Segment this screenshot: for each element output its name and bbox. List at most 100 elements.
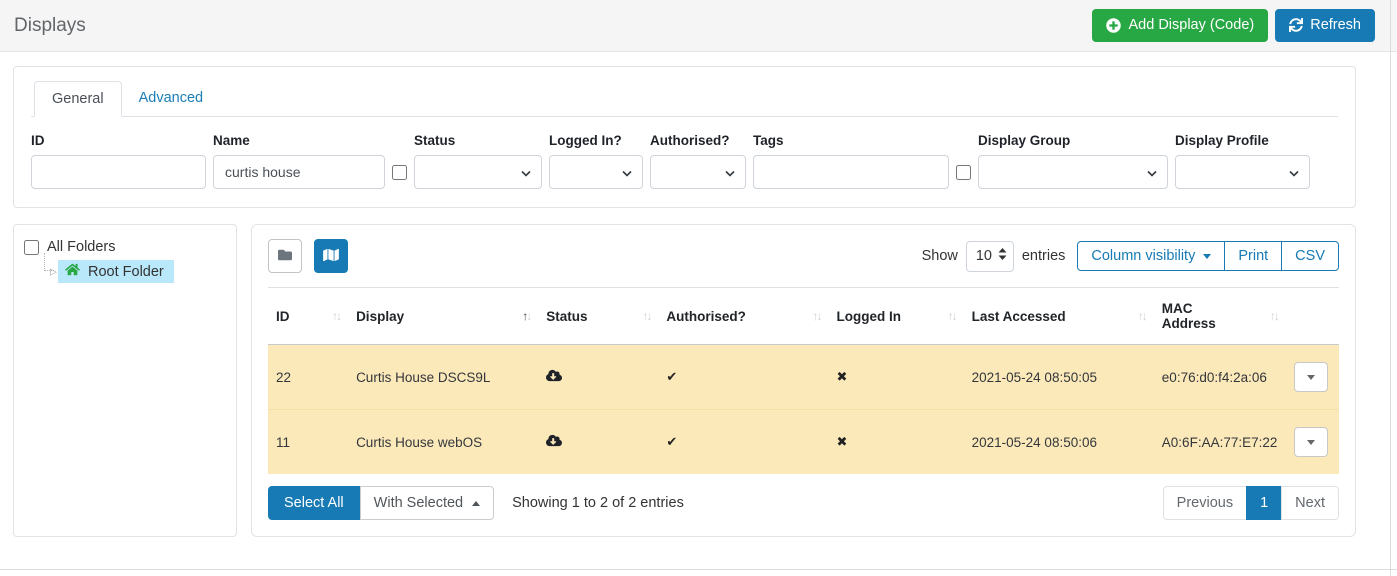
cell-status: [538, 345, 658, 410]
column-header-display[interactable]: Display ↑↓: [348, 288, 538, 345]
show-label: Show: [922, 248, 958, 264]
showing-entries-text: Showing 1 to 2 of 2 entries: [512, 495, 684, 511]
column-visibility-label: Column visibility: [1091, 248, 1195, 264]
sort-icon: ↑↓: [948, 309, 958, 323]
tags-input[interactable]: [753, 155, 949, 189]
map-view-button[interactable]: [314, 239, 348, 273]
with-selected-button[interactable]: With Selected: [360, 486, 494, 520]
cell-last-accessed: 2021-05-24 08:50:06: [964, 410, 1154, 475]
column-header-mac-address[interactable]: MAC Address ↑↓: [1154, 288, 1286, 345]
authorised-label: Authorised?: [650, 133, 746, 148]
plus-circle-icon: [1106, 18, 1121, 33]
sort-icon: ↑↓: [332, 309, 342, 323]
with-selected-label: With Selected: [374, 495, 463, 511]
column-header-id[interactable]: ID ↑↓: [268, 288, 348, 345]
displays-table-card: Show 10 entries Column visibility Pri: [251, 224, 1356, 537]
tags-exact-checkbox[interactable]: [956, 165, 971, 180]
column-visibility-button[interactable]: Column visibility: [1077, 241, 1225, 271]
tags-label: Tags: [753, 133, 971, 148]
table-row[interactable]: 11 Curtis House webOS ✔ ✖ 2021-05-24 08:…: [268, 410, 1339, 475]
export-button-group: Column visibility Print CSV: [1077, 241, 1339, 271]
tab-general[interactable]: General: [34, 81, 122, 117]
sort-icon: ↑↓: [1138, 309, 1148, 323]
csv-button[interactable]: CSV: [1281, 241, 1339, 271]
add-display-button[interactable]: Add Display (Code): [1092, 9, 1268, 42]
name-label: Name: [213, 133, 407, 148]
column-header-actions: [1286, 288, 1339, 345]
authorised-select[interactable]: [650, 155, 746, 189]
filter-tabs: General Advanced: [31, 67, 1338, 117]
home-icon: [65, 263, 80, 280]
check-icon: ✔: [666, 369, 677, 384]
cell-authorised: ✔: [658, 410, 828, 475]
cross-icon: ✖: [837, 434, 848, 449]
column-header-last-accessed[interactable]: Last Accessed ↑↓: [964, 288, 1154, 345]
caret-up-icon: [472, 501, 480, 506]
cross-icon: ✖: [837, 369, 848, 384]
caret-down-icon: [1307, 375, 1315, 380]
chevron-down-icon: [725, 165, 735, 180]
topbar-actions: Add Display (Code) Refresh: [1092, 9, 1375, 42]
display-profile-select[interactable]: [1175, 155, 1310, 189]
all-folders-label: All Folders: [47, 239, 116, 255]
column-header-logged-in[interactable]: Logged In ↑↓: [829, 288, 964, 345]
status-select[interactable]: [414, 155, 542, 189]
id-input[interactable]: [31, 155, 206, 189]
table-row[interactable]: 22 Curtis House DSCS9L ✔ ✖ 2021-05-24 08…: [268, 345, 1339, 410]
cell-mac-address: A0:6F:AA:77:E7:22: [1154, 410, 1286, 475]
page-title: Displays: [14, 15, 86, 37]
cell-authorised: ✔: [658, 345, 828, 410]
tab-advanced[interactable]: Advanced: [122, 81, 221, 116]
pagination: Previous 1 Next: [1163, 486, 1339, 520]
pagination-page-1[interactable]: 1: [1246, 486, 1282, 520]
column-header-authorised[interactable]: Authorised? ↑↓: [658, 288, 828, 345]
up-down-spinner-icon: [998, 248, 1007, 264]
id-label: ID: [31, 133, 206, 148]
folder-tree-node: ▷ Root Folder: [42, 260, 226, 283]
sort-icon: ↑↓: [1270, 309, 1280, 323]
chevron-down-icon: [521, 165, 531, 180]
filter-card: General Advanced ID Name Status: [13, 66, 1356, 208]
logged-in-select[interactable]: [549, 155, 643, 189]
display-group-label: Display Group: [978, 133, 1168, 148]
cell-display: Curtis House DSCS9L: [348, 345, 538, 410]
cell-last-accessed: 2021-05-24 08:50:05: [964, 345, 1154, 410]
displays-page: Displays Add Display (Code) Refresh Gene…: [0, 0, 1397, 576]
cell-actions: [1286, 410, 1339, 475]
folder-tree-toggle-button[interactable]: [268, 239, 302, 273]
table-footer: Select All With Selected Showing 1 to 2 …: [268, 486, 1339, 520]
page-length-select[interactable]: 10: [966, 241, 1014, 272]
select-all-button[interactable]: Select All: [268, 486, 360, 520]
map-icon: [323, 248, 339, 265]
tree-expander-icon[interactable]: ▷: [50, 266, 57, 277]
name-input[interactable]: [213, 155, 385, 189]
logged-in-label: Logged In?: [549, 133, 643, 148]
filter-field-status: Status: [414, 133, 542, 189]
check-icon: ✔: [666, 434, 677, 449]
folder-icon: [277, 248, 293, 265]
filter-field-logged-in: Logged In?: [549, 133, 643, 189]
print-button[interactable]: Print: [1224, 241, 1282, 271]
all-folders-checkbox[interactable]: [24, 240, 39, 255]
refresh-button[interactable]: Refresh: [1275, 9, 1375, 42]
all-folders-row: All Folders: [24, 239, 226, 255]
caret-down-icon: [1203, 254, 1211, 259]
pagination-next[interactable]: Next: [1281, 486, 1339, 520]
row-menu-button[interactable]: [1294, 362, 1328, 392]
display-group-select[interactable]: [978, 155, 1168, 189]
name-exact-checkbox[interactable]: [392, 165, 407, 180]
column-header-status[interactable]: Status ↑↓: [538, 288, 658, 345]
sort-icon: ↑↓: [642, 309, 652, 323]
root-folder-label: Root Folder: [88, 264, 164, 280]
sort-icon-active-asc: ↑↓: [522, 309, 532, 323]
cell-actions: [1286, 345, 1339, 410]
cell-logged-in: ✖: [829, 410, 964, 475]
pagination-previous[interactable]: Previous: [1163, 486, 1247, 520]
cell-id: 11: [268, 410, 348, 475]
row-menu-button[interactable]: [1294, 427, 1328, 457]
add-display-label: Add Display (Code): [1128, 17, 1254, 34]
status-label: Status: [414, 133, 542, 148]
root-folder-node[interactable]: Root Folder: [58, 260, 174, 283]
cloud-download-icon: [546, 435, 562, 450]
cell-mac-address: e0:76:d0:f4:2a:06: [1154, 345, 1286, 410]
